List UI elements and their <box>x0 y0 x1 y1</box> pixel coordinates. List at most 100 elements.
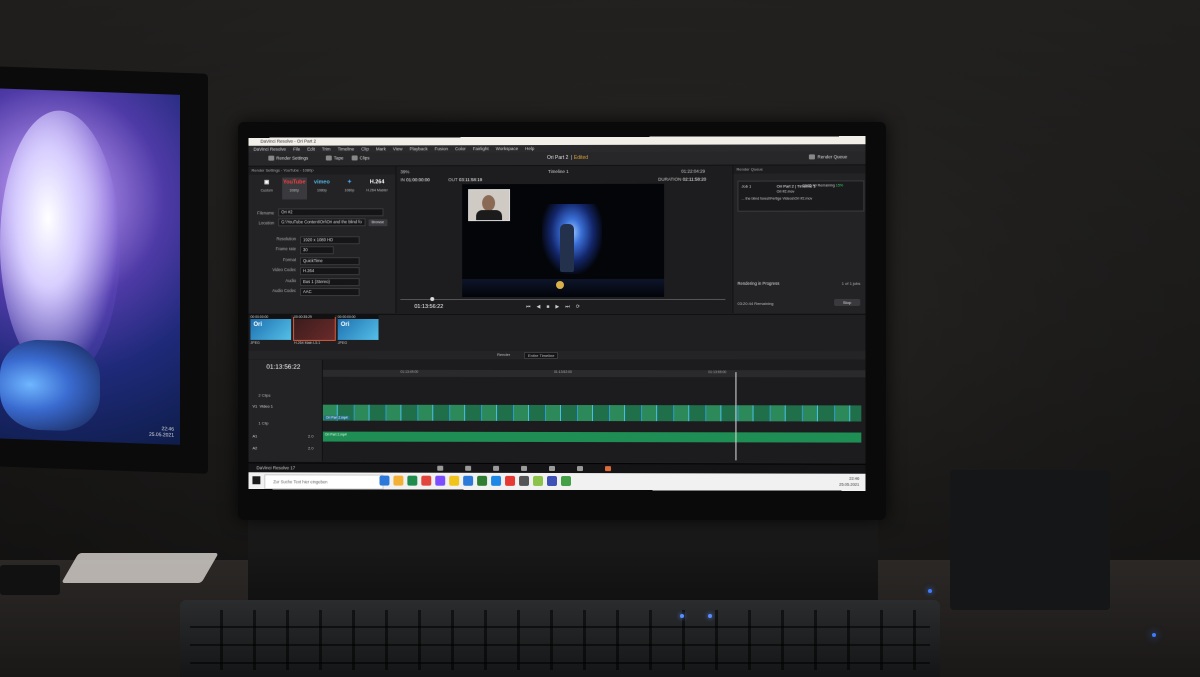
render-time-remaining: 03:20:44 Remaining <box>737 301 773 306</box>
stop-icon[interactable]: ■ <box>546 304 549 310</box>
taskbar-app-icon[interactable] <box>519 476 529 486</box>
render-queue-title: Render Queue <box>733 165 865 173</box>
menu-item[interactable]: Fairlight <box>473 145 489 152</box>
menu-item[interactable]: Edit <box>307 146 315 153</box>
fairlight-page-icon[interactable] <box>577 466 583 471</box>
framerate-select[interactable]: 30 <box>300 246 334 254</box>
render-settings-toggle[interactable]: Render Settings <box>268 156 308 161</box>
cut-page-icon[interactable] <box>465 466 471 471</box>
track-v1-clip-count: 1 Clip <box>258 421 268 426</box>
clip-thumbnail[interactable]: 00:00:35:29 H.264 Main L5.1 <box>294 318 335 349</box>
taskbar-app-icon[interactable] <box>477 476 487 486</box>
reverse-icon[interactable]: ◀ <box>537 304 541 310</box>
preset-custom[interactable]: ▣ Custom <box>254 178 279 200</box>
preset-youtube[interactable]: YouTube 1080p <box>282 178 307 200</box>
playhead[interactable] <box>735 372 736 460</box>
current-timecode: 01:13:56:22 <box>414 304 443 310</box>
page-tabs <box>437 466 611 471</box>
menu-item[interactable]: Mark <box>376 145 386 152</box>
zoom-level[interactable]: 39% <box>400 169 409 174</box>
viewer-scrubber[interactable] <box>400 299 725 300</box>
taskbar-clock[interactable]: 22:46 25.05.2021 <box>839 476 859 488</box>
framerate-row: Frame rate 30 <box>262 246 333 254</box>
menu-item[interactable]: Playback <box>409 145 427 152</box>
menu-item[interactable]: Fusion <box>435 145 448 152</box>
taskbar-app-icon[interactable] <box>435 476 445 486</box>
video-clip-name: Ori Part 2.mp4 <box>324 416 350 420</box>
track-a1[interactable]: A1 <box>252 433 257 438</box>
h264-logo: H.264 <box>365 177 390 188</box>
video-preview[interactable] <box>462 184 664 297</box>
taskbar-app-icon[interactable] <box>505 476 515 486</box>
play-icon[interactable]: ▶ <box>555 304 559 310</box>
media-page-icon[interactable] <box>437 466 443 471</box>
taskbar-app-icon[interactable] <box>380 476 390 486</box>
menu-item[interactable]: Workspace <box>496 145 518 152</box>
go-to-end-icon[interactable]: ⏭ <box>565 304 570 310</box>
taskbar-app-icon[interactable] <box>547 476 557 486</box>
audio-codec-select[interactable]: AAC <box>300 288 360 296</box>
loop-icon[interactable]: ⟳ <box>576 304 580 310</box>
menu-item[interactable]: Help <box>525 145 534 152</box>
taskbar-app-icon[interactable] <box>463 476 473 486</box>
viewer-timecode: 01:22:04:29 <box>681 169 705 174</box>
menu-item[interactable]: Trim <box>322 146 331 153</box>
vimeo-logo: vimeo <box>310 177 335 188</box>
clip-thumbnail[interactable]: Ori 00:00:00:00 JPEG <box>250 318 291 349</box>
tape-toggle[interactable]: Tape <box>326 156 344 161</box>
audio-clip[interactable]: Ori Part 2.mp4 <box>323 432 861 443</box>
video-clip[interactable]: Ori Part 2.mp4 <box>323 405 861 422</box>
render-job[interactable]: Job 1 03:05:49 Remaining 15% Ori Part 2 … <box>737 180 864 211</box>
menu-item[interactable]: Timeline <box>338 146 355 153</box>
timeline-selector[interactable]: Timeline 1 <box>548 169 569 174</box>
taskbar-search[interactable]: Zur Suche Text hier eingeben <box>264 474 383 489</box>
preset-label: 1080p <box>310 188 335 192</box>
video-codec-select[interactable]: H.264 <box>300 267 360 275</box>
fusion-page-icon[interactable] <box>521 466 527 471</box>
filename-input[interactable]: Ori #2 <box>278 208 383 216</box>
clips-icon <box>352 155 358 160</box>
tape-icon <box>326 156 332 161</box>
menu-item[interactable]: Color <box>455 145 466 152</box>
go-to-start-icon[interactable]: ⏮ <box>526 304 531 310</box>
render-queue-toggle[interactable]: Render Queue <box>809 154 847 159</box>
track-a2[interactable]: A2 <box>252 445 257 450</box>
preset-custom-icon: ▣ <box>254 178 279 189</box>
out-label: OUT <box>448 177 457 182</box>
duration: DURATION 02:11:58:20 <box>658 177 706 182</box>
render-range-select[interactable]: Entire Timeline <box>524 352 558 359</box>
format-select[interactable]: QuickTime <box>300 257 360 265</box>
windows-start-icon[interactable] <box>252 476 260 484</box>
location-input[interactable]: G:\YouTube Content\Ori\Ori and the blind… <box>278 218 365 226</box>
clip-thumbnail[interactable]: Ori 00:00:00:00 JPEG <box>338 318 379 349</box>
color-page-icon[interactable] <box>549 466 555 471</box>
clips-toggle[interactable]: Clips <box>352 155 370 160</box>
left-monitor: 22:46 25.05.2021 <box>0 66 208 474</box>
clip-timecode: 00:00:00:00 <box>250 315 291 319</box>
audio-select[interactable]: Bus 1 (Stereo) <box>300 278 360 286</box>
taskbar-app-icon[interactable] <box>407 476 417 486</box>
preset-h264[interactable]: H.264 H.264 Master <box>365 177 390 199</box>
taskbar-app-icon[interactable] <box>561 476 571 486</box>
timeline-tracks[interactable]: 01:13:49:00 01:13:52:00 01:13:55:00 Ori … <box>323 360 865 463</box>
menu-item[interactable]: File <box>293 146 300 153</box>
preset-vimeo[interactable]: vimeo 1080p <box>310 177 335 199</box>
taskbar-app-icon[interactable] <box>449 476 459 486</box>
scrubber-handle[interactable] <box>430 297 434 301</box>
timeline-ruler[interactable]: 01:13:49:00 01:13:52:00 01:13:55:00 <box>323 370 865 377</box>
menu-item[interactable]: Clip <box>361 145 369 152</box>
taskbar-app-icon[interactable] <box>393 476 403 486</box>
render-presets: ▣ Custom YouTube 1080p vimeo 1080p ✦ 108… <box>248 174 395 199</box>
edit-page-icon[interactable] <box>493 466 499 471</box>
preset-twitter[interactable]: ✦ 1080p <box>337 177 362 199</box>
track-v1[interactable]: V1 Video 1 <box>252 404 272 409</box>
browse-button[interactable]: Browse <box>369 219 388 226</box>
taskbar-app-icon[interactable] <box>533 476 543 486</box>
stop-render-button[interactable]: Stop <box>834 299 860 306</box>
menu-item[interactable]: View <box>393 145 403 152</box>
resolution-select[interactable]: 1920 x 1080 HD <box>300 236 360 244</box>
deliver-page-icon[interactable] <box>605 466 611 471</box>
taskbar-app-icon[interactable] <box>421 476 431 486</box>
taskbar-app-icon[interactable] <box>491 476 501 486</box>
windows-taskbar: Zur Suche Text hier eingeben 22:46 25.05… <box>248 472 865 491</box>
